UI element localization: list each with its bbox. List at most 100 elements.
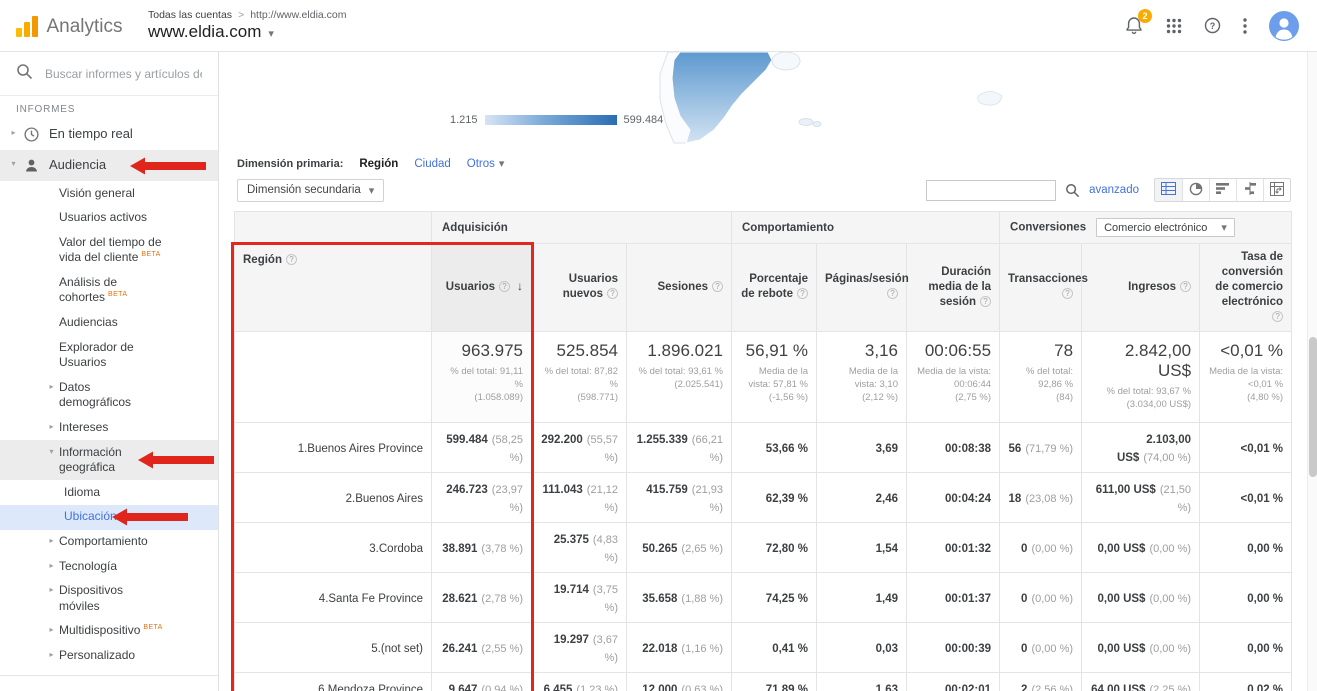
table-row[interactable]: 1.Buenos Aires Province599.484(58,25 %)2… [235,423,1292,473]
column-header-paginas-sesion[interactable]: Páginas/sesión [817,244,907,332]
breadcrumb-path[interactable]: http://www.eldia.com [250,9,346,21]
column-header-transacciones[interactable]: Transacciones [1000,244,1082,332]
cell-paginas-sesion: 2,46 [817,473,907,523]
region-cell[interactable]: 3.Cordoba [235,523,432,573]
sidebar-item-explorador-de-usuarios[interactable]: Explorador de Usuarios [0,335,218,375]
sidebar-item-usuarios-activos[interactable]: Usuarios activos [0,206,218,231]
notifications-button[interactable]: 2 [1124,15,1144,36]
chevron-down-icon[interactable]: ▾ [6,157,21,169]
sidebar-item-personalizado[interactable]: ▸Personalizado [0,643,218,668]
table-row[interactable]: 3.Cordoba38.891(3,78 %)25.375(4,83 %)50.… [235,523,1292,573]
help-icon[interactable] [980,296,991,307]
dimension-option-ciudad[interactable]: Ciudad [414,158,450,170]
column-header-duracion-media-de-la-sesion[interactable]: Duración media de la sesión [907,244,1000,332]
view-percent-button[interactable] [1182,179,1209,201]
sidebar-item-en-tiempo-real[interactable]: ▸ En tiempo real [0,119,218,150]
table-row[interactable]: 2.Buenos Aires246.723(23,97 %)111.043(21… [235,473,1292,523]
sidebar-item-valor-del-tiempo-de-vida-del-cliente[interactable]: Valor del tiempo de vida del clienteBETA [0,230,218,270]
help-icon[interactable] [1180,281,1191,292]
chevron-right-icon[interactable]: ▸ [44,559,59,571]
sidebar-item-informacion-geografica[interactable]: ▾Información geográfica [0,440,218,480]
help-icon[interactable] [607,288,618,299]
help-icon[interactable] [1272,311,1283,322]
help-icon[interactable] [712,281,723,292]
chevron-right-icon[interactable]: ▸ [6,126,21,138]
table-row[interactable]: 6.Mendoza Province9.647(0,94 %)6.455(1,2… [235,673,1292,691]
cell-duracion-media-de-la-sesion: 00:01:32 [907,523,1000,573]
column-header-usuarios[interactable]: Usuarios [432,244,532,332]
view-comparison-button[interactable] [1236,179,1263,201]
column-header-sesiones[interactable]: Sesiones [627,244,732,332]
help-icon[interactable] [499,281,510,292]
account-avatar[interactable] [1269,11,1299,41]
dimension-option-otros[interactable]: Otros [467,157,505,170]
help-icon[interactable] [887,288,898,299]
chevron-right-icon[interactable]: ▸ [44,380,59,392]
help-button[interactable]: ? [1204,17,1221,34]
sidebar-item-idioma[interactable]: Idioma [0,480,218,505]
dimension-option-region[interactable]: Región [359,158,398,170]
secondary-dimension-button[interactable]: Dimensión secundaria [237,179,384,202]
geo-map[interactable] [620,52,1050,148]
column-header-tasa-de-conversion-de-comercio-electronico[interactable]: Tasa de conversión de comercio electróni… [1200,244,1292,332]
sidebar-item-atribucion[interactable]: AtribuciónBETA [0,683,218,691]
table-row[interactable]: 4.Santa Fe Province28.621(2,78 %)19.714(… [235,573,1292,623]
column-header-ingresos[interactable]: Ingresos [1082,244,1200,332]
sidebar-item-analisis-de-cohortes[interactable]: Análisis de cohortesBETA [0,270,218,310]
view-table-button[interactable] [1155,179,1182,201]
apps-grid-button[interactable] [1166,18,1182,34]
chevron-right-icon[interactable]: ▸ [44,583,59,595]
sidebar-item-label: En tiempo real [49,126,218,143]
sidebar-item-multidispositivo[interactable]: ▸MultidispositivoBETA [0,619,218,644]
sidebar-item-tecnologia[interactable]: ▸Tecnología [0,554,218,579]
cell-tasa-de-conversion-de-comercio-electronico: 0,00 % [1200,573,1292,623]
region-cell[interactable]: 1.Buenos Aires Province [235,423,432,473]
chevron-right-icon[interactable]: ▸ [44,623,59,635]
column-header-porcentaje-de-rebote[interactable]: Porcentaje de rebote [732,244,817,332]
region-cell[interactable]: 4.Santa Fe Province [235,573,432,623]
vertical-scrollbar[interactable] [1307,52,1317,691]
chevron-right-icon[interactable]: ▸ [44,420,59,432]
summary-porcentaje-de-rebote: 56,91 %Media de la vista: 57,81 %(-1,56 … [732,331,817,423]
scrollbar-thumb[interactable] [1309,337,1317,477]
svg-text:?: ? [1210,21,1216,31]
chevron-right-icon[interactable]: ▸ [44,648,59,660]
chevron-right-icon[interactable]: ▸ [44,534,59,546]
sidebar-item-ubicacion[interactable]: Ubicación [0,505,218,530]
advanced-filter-link[interactable]: avanzado [1089,184,1139,196]
column-header-usuarios-nuevos[interactable]: Usuarios nuevos [532,244,627,332]
table-search-input[interactable] [926,180,1056,201]
region-cell[interactable]: 6.Mendoza Province [235,673,432,691]
sidebar-item-audiencias[interactable]: Audiencias [0,311,218,336]
help-icon[interactable] [286,254,297,265]
region-cell[interactable]: 5.(not set) [235,623,432,673]
chevron-down-icon[interactable]: ▾ [44,445,59,457]
more-options-button[interactable] [1243,18,1247,34]
cell-transacciones: 0(0,00 %) [1000,623,1082,673]
ecommerce-dropdown[interactable]: Comercio electrónico [1096,218,1235,237]
sidebar-item-vision-general[interactable]: Visión general [0,181,218,206]
search-icon [1065,186,1080,201]
view-performance-button[interactable] [1209,179,1236,201]
help-icon[interactable] [797,288,808,299]
sidebar-search[interactable]: Buscar informes y artículos de [0,52,218,96]
view-pivot-button[interactable] [1263,179,1290,201]
sidebar-divider [0,675,218,676]
breadcrumb-root[interactable]: Todas las cuentas [148,9,232,21]
region-cell[interactable]: 2.Buenos Aires [235,473,432,523]
sidebar-item-dispositivos-moviles[interactable]: ▸Dispositivos móviles [0,579,218,619]
sidebar-item-audiencia[interactable]: ▾Audiencia [0,150,218,181]
sidebar-item-datos-demograficos[interactable]: ▸Datos demográficos [0,375,218,415]
help-icon[interactable] [1062,288,1073,299]
bell-icon [1124,24,1144,39]
sidebar-item-comportamiento[interactable]: ▸Comportamiento [0,530,218,555]
table-row[interactable]: 5.(not set)26.241(2,55 %)19.297(3,67 %)2… [235,623,1292,673]
analytics-home-link[interactable]: Analytics [0,15,132,37]
column-header-region[interactable]: Región [235,244,432,332]
beta-badge: BETA [141,251,160,258]
property-selector[interactable]: www.eldia.com [148,22,347,42]
sort-descending-icon [510,281,523,293]
group-header-comportamiento: Comportamiento [732,212,1000,244]
sidebar-item-intereses[interactable]: ▸Intereses [0,416,218,441]
table-search-button[interactable] [1065,183,1080,198]
